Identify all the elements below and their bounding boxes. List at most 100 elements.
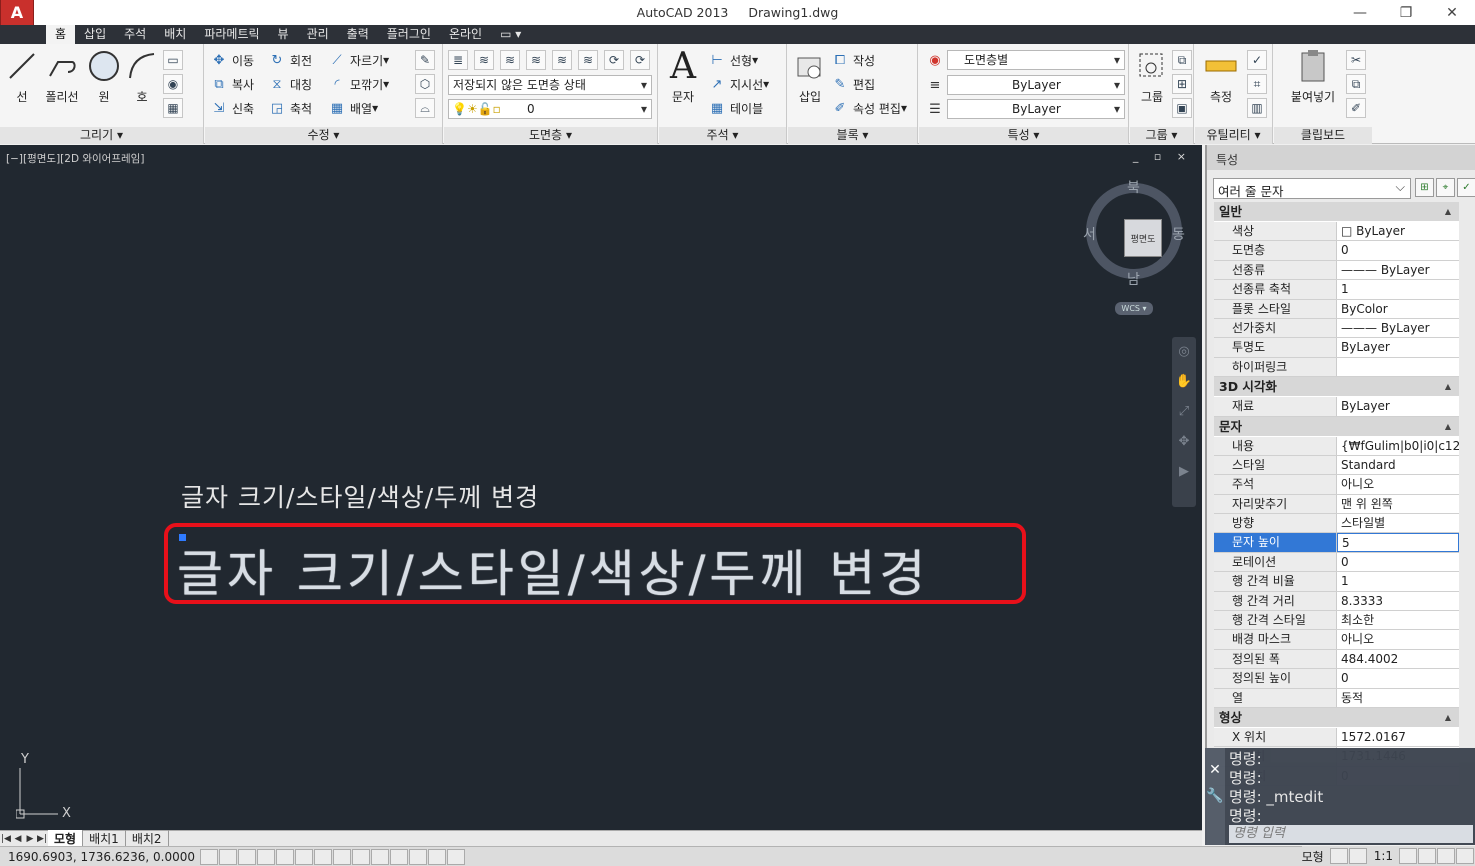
match-properties-icon[interactable]: ✐ [1346,98,1366,118]
copy-button[interactable]: ⧉ 복사 [211,74,254,94]
isolate-icon[interactable] [1437,848,1455,864]
linetype-select[interactable]: ByLayer [947,75,1125,95]
model-space-label[interactable]: 모형 [1302,848,1324,865]
property-row[interactable]: 하이퍼링크 [1214,357,1459,378]
arc-button[interactable]: 호 [122,48,162,105]
polar-icon[interactable] [276,848,294,865]
property-row[interactable]: 자리맞추기 맨 위 왼쪽 [1214,494,1459,515]
draw-panel-title[interactable]: 그리기 ▾ [0,127,203,144]
block-panel-title[interactable]: 블록 ▾ [788,127,917,144]
lweight-icon[interactable] [390,848,408,865]
customize-icon[interactable]: 🔧 [1205,788,1225,804]
property-value[interactable]: Standard [1337,455,1459,475]
viewcube[interactable]: 평면도 [1086,183,1182,279]
calculator-icon[interactable]: ⌗ [1247,74,1267,94]
layer-lock-icon[interactable]: ≋ [578,50,598,70]
id-point-icon[interactable]: ▥ [1247,98,1267,118]
rotate-button[interactable]: ↻ 회전 [269,50,313,70]
transparency-icon[interactable] [409,848,427,865]
clean-screen-icon[interactable] [1456,848,1474,864]
tab-layout1[interactable]: 배치1 [83,830,126,847]
quick-view-drawings-icon[interactable] [1348,848,1367,864]
leader-button[interactable]: ↗ 지시선 ▾ [709,74,770,94]
property-value[interactable]: 1 [1337,280,1459,299]
annotation-scale[interactable]: 1:1 [1374,849,1393,863]
snap-icon[interactable] [219,848,237,865]
layer-tool-icon[interactable]: ≋ [474,50,494,70]
group-edit-icon[interactable]: ⊞ [1172,74,1192,94]
region-icon[interactable]: ▦ [163,98,183,118]
tab-insert[interactable]: 삽입 [75,25,115,44]
tab-options-icon[interactable]: ▭ ▾ [491,25,530,44]
annotation-panel-title[interactable]: 주석 ▾ [659,127,786,144]
property-value[interactable]: ——— ByLayer [1337,318,1459,338]
property-value[interactable]: 8.3333 [1337,591,1459,611]
property-value[interactable]: 484.4002 [1337,649,1459,669]
property-value[interactable]: 최소한 [1337,611,1459,630]
layer-off-icon[interactable]: ≋ [500,50,520,70]
quick-view-layouts-icon[interactable] [1329,848,1348,864]
polyline-button[interactable]: 폴리선 [42,48,82,105]
property-row[interactable]: 열 동적 [1214,688,1459,708]
group-select-icon[interactable]: ▣ [1172,98,1192,118]
viewport-controls-label[interactable]: [−][평면도][2D 와이어프레임] [6,151,144,166]
select-objects-icon[interactable]: ⌖ [1436,178,1455,197]
tab-online[interactable]: 온라인 [440,25,491,44]
property-value[interactable]: □ ByLayer [1337,222,1459,241]
property-row[interactable]: 선종류 ——— ByLayer [1214,260,1459,281]
viewcube-east[interactable]: 동 [1172,224,1185,244]
layer-isolate-icon[interactable]: ≋ [526,50,546,70]
property-row[interactable]: 정의된 높이 0 [1214,669,1459,689]
property-row[interactable]: 배경 마스크 아니오 [1214,630,1459,650]
property-value[interactable]: {₩fGulim|b0|i0|c129|... [1337,436,1459,455]
clipboard-panel-title[interactable]: 클립보드 [1274,127,1372,144]
utilities-panel-title[interactable]: 유틸리티 ▾ [1195,127,1272,144]
quick-select-icon[interactable]: ✓ [1247,50,1267,70]
property-row[interactable]: 방향 스타일별 [1214,514,1459,534]
move-button[interactable]: ✥ 이동 [211,50,255,70]
viewcube-west[interactable]: 서 [1083,224,1096,244]
restore-icon[interactable]: ❐ [1383,0,1429,25]
property-category[interactable]: 3D 시각화 [1214,377,1459,398]
create-block-button[interactable]: ⧠ 작성 [832,50,875,70]
property-value[interactable]: 1 [1337,572,1459,591]
property-value[interactable]: ByColor [1337,299,1459,318]
layer-panel-title[interactable]: 도면층 ▾ [444,127,657,144]
selected-mtext[interactable]: 글자 크기/스타일/색상/두께 변경 [177,534,929,606]
modify-panel-title[interactable]: 수정 ▾ [205,127,442,144]
tab-parametric[interactable]: 파라메트릭 [195,25,268,44]
tab-manage[interactable]: 관리 [298,25,338,44]
coordinate-readout[interactable]: 1690.6903, 1736.6236, 0.0000 [0,850,200,864]
insert-block-button[interactable]: 삽입 [790,48,830,105]
property-row[interactable]: 재료 ByLayer [1214,397,1459,417]
trim-button[interactable]: ⟋ 자르기 ▾ [329,50,389,70]
property-row[interactable]: 로테이션 0 [1214,552,1459,573]
tab-model[interactable]: 모형 [48,830,84,847]
osnap-icon[interactable] [295,848,313,865]
table-button[interactable]: ▦ 테이블 [709,98,763,118]
properties-palette-header[interactable]: 특성 [1207,145,1475,170]
grid-icon[interactable] [238,848,256,865]
viewcube-north[interactable]: 북 [1127,177,1140,197]
navbar-tools-icon[interactable]: ◎ ✋ ⤢ ✥ ▶ [1172,337,1196,487]
erase-icon[interactable]: ✎ [415,50,435,70]
property-row[interactable]: 플롯 스타일 ByColor [1214,299,1459,319]
rectangle-icon[interactable]: ▭ [163,50,183,70]
property-row[interactable]: 주석 아니오 [1214,475,1459,495]
property-value[interactable]: 맨 위 왼쪽 [1337,494,1459,514]
property-row[interactable]: 선가중치 ——— ByLayer [1214,318,1459,339]
hatch-icon[interactable]: ◉ [163,74,183,94]
quick-properties-icon[interactable] [428,848,446,865]
close-icon[interactable]: ✕ [1429,0,1475,25]
property-value[interactable]: ByLayer [1337,397,1459,416]
property-value[interactable]: 0 [1337,552,1459,572]
property-category[interactable]: 일반 [1214,202,1459,222]
otrack-icon[interactable] [333,848,351,865]
layer-change-icon[interactable]: ⟳ [630,50,650,70]
circle-button[interactable]: 원 [84,48,124,105]
quick-select-props-icon[interactable]: ✓ [1457,178,1475,197]
close-command-icon[interactable]: ✕ [1205,762,1225,778]
edit-block-button[interactable]: ✎ 편집 [832,74,876,94]
property-value[interactable]: 아니오 [1337,475,1459,494]
ortho-icon[interactable] [257,848,275,865]
